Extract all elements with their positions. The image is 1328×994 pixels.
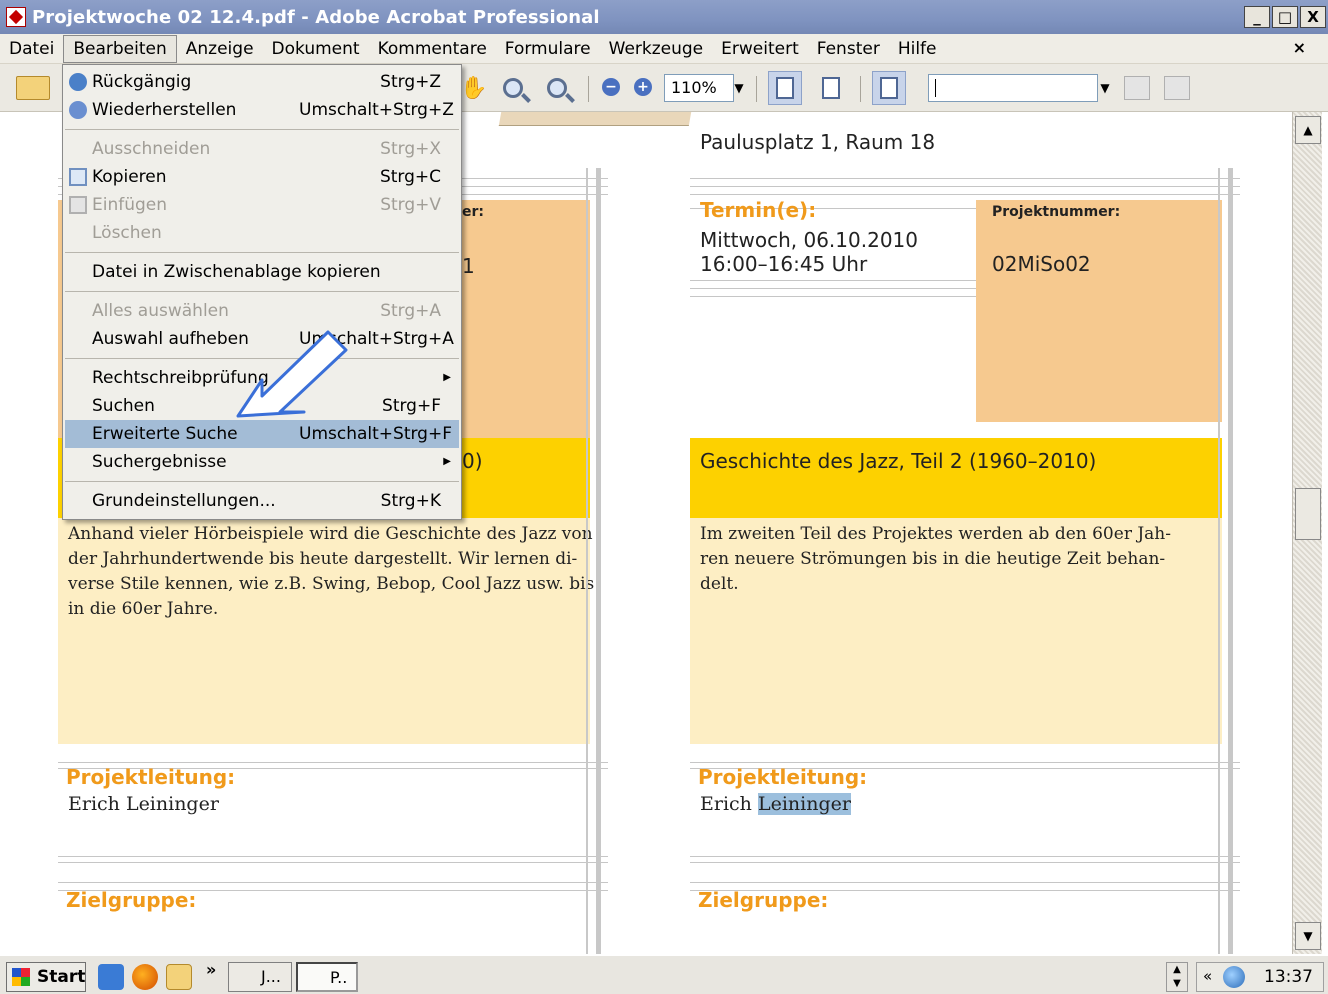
menu-item-copy[interactable]: Kopieren Strg+C — [65, 163, 459, 191]
zoom-in-icon[interactable]: + — [634, 78, 652, 96]
date-text: Mittwoch, 06.10.2010 16:00–16:45 Uhr — [700, 228, 918, 276]
fit-width-icon[interactable] — [768, 71, 802, 105]
menu-formulare[interactable]: Formulare — [496, 35, 600, 63]
window-controls: _ □ X — [1244, 6, 1326, 28]
next-result-icon[interactable] — [1164, 76, 1190, 100]
edit-menu: Rückgängig Strg+Z Wiederherstellen Umschal… — [62, 64, 462, 520]
close-button[interactable]: X — [1300, 6, 1326, 28]
menu-bar: Datei Bearbeiten Anzeige Dokument Kommen… — [0, 34, 1328, 64]
undo-icon — [69, 73, 87, 91]
taskbar-scroll-icon[interactable]: ▲ ▼ — [1166, 962, 1188, 992]
project-description: Im zweiten Teil des Projektes werden ab … — [700, 524, 1171, 594]
menu-item-preferences[interactable]: Grundeinstellungen... Strg+K — [65, 487, 459, 515]
right-page-column: Termin(e): Projektnummer: Mittwoch, 06.1… — [690, 168, 1240, 954]
menu-item-redo[interactable]: Wiederherstellen Umschalt+Strg+Z — [65, 96, 459, 124]
toolbar-separator — [756, 76, 757, 102]
open-folder-icon[interactable] — [14, 72, 52, 104]
target-group-label: Zielgruppe: — [698, 888, 829, 912]
project-leader-label: Projektleitung: — [66, 765, 236, 789]
tray-expand-icon[interactable]: « — [1203, 967, 1212, 985]
menu-werkzeuge[interactable]: Werkzeuge — [600, 35, 713, 63]
menu-item-cut: Ausschneiden Strg+X — [92, 139, 441, 159]
single-page-icon[interactable] — [872, 71, 906, 105]
project-leader-name: Erich Leininger — [700, 793, 851, 815]
previous-result-icon[interactable] — [1124, 76, 1150, 100]
title-bar: Projektwoche 02 12.4.pdf - Adobe Acrobat… — [0, 0, 1328, 34]
quicklaunch-chevron[interactable]: » — [206, 960, 216, 979]
scroll-up-button[interactable]: ▲ — [1295, 116, 1321, 144]
network-globe-icon[interactable] — [1223, 966, 1245, 988]
close-document-icon[interactable]: × — [1293, 38, 1306, 57]
taskbar-button-acrobat[interactable]: P.. — [296, 962, 358, 992]
project-leader-label: Projektleitung: — [698, 765, 868, 789]
project-title-fragment: 0) — [462, 449, 483, 473]
project-description: Anhand vieler Hörbeispiele wird die Gesc… — [68, 524, 595, 619]
taskbar: Start » J... P.. ▲ ▼ « 13:37 — [0, 954, 1328, 994]
menu-hilfe[interactable]: Hilfe — [889, 35, 946, 63]
menu-bearbeiten[interactable]: Bearbeiten — [63, 34, 177, 63]
submenu-arrow-icon: ▶ — [443, 372, 451, 383]
pointer-arrow-icon — [236, 330, 348, 418]
page-strip — [498, 112, 692, 126]
zoom-dropdown-icon[interactable]: ▼ — [732, 76, 746, 100]
menu-anzeige[interactable]: Anzeige — [177, 35, 263, 63]
search-dropdown-icon[interactable]: ▼ — [1098, 76, 1112, 100]
project-number-box — [976, 200, 1222, 422]
hand-tool-icon[interactable]: ✋ — [460, 72, 487, 104]
zoom-out-icon[interactable]: − — [602, 78, 620, 96]
scroll-thumb[interactable] — [1295, 488, 1321, 540]
zoom-level-input[interactable]: 110% — [664, 74, 734, 102]
ie-icon[interactable] — [98, 964, 124, 990]
clock: 13:37 — [1264, 967, 1313, 987]
window-title: Projektwoche 02 12.4.pdf - Adobe Acrobat… — [32, 6, 600, 28]
fit-page-icon[interactable] — [814, 71, 848, 105]
project-number-label-fragment: er: — [462, 204, 484, 220]
menu-datei[interactable]: Datei — [0, 35, 63, 63]
menu-item-search-results[interactable]: Suchergebnisse ▶ — [65, 448, 459, 476]
menu-erweitert[interactable]: Erweitert — [712, 35, 808, 63]
project-number: 02MiSo02 — [992, 252, 1091, 276]
copy-icon — [69, 168, 87, 186]
submenu-arrow-icon: ▶ — [443, 456, 451, 467]
project-leader-name: Erich Leininger — [68, 793, 219, 815]
minimize-button[interactable]: _ — [1244, 6, 1270, 28]
system-tray: « 13:37 — [1196, 962, 1324, 992]
menu-item-copy-file-to-clipboard[interactable]: Datei in Zwischenablage kopieren — [65, 258, 459, 286]
menu-fenster[interactable]: Fenster — [808, 35, 889, 63]
firefox-icon[interactable] — [132, 964, 158, 990]
target-group-label: Zielgruppe: — [66, 888, 197, 912]
paste-icon — [69, 196, 87, 214]
start-button[interactable]: Start — [6, 962, 86, 992]
zoom-tool-icon[interactable] — [496, 72, 530, 104]
scroll-down-button[interactable]: ▼ — [1295, 922, 1321, 950]
menu-item-undo[interactable]: Rückgängig Strg+Z — [65, 68, 459, 96]
search-input[interactable] — [928, 74, 1098, 102]
taskbar-button-j[interactable]: J... — [228, 962, 292, 992]
explorer-folder-icon[interactable] — [166, 964, 192, 990]
acrobat-icon — [6, 7, 26, 27]
toolbar-separator — [588, 76, 589, 102]
search-highlight: Leininger — [757, 793, 851, 815]
redo-icon — [69, 101, 87, 119]
menu-item-paste: Einfügen Strg+V — [65, 191, 459, 219]
menu-kommentare[interactable]: Kommentare — [369, 35, 496, 63]
toolbar-separator — [860, 76, 861, 102]
location-text: Paulusplatz 1, Raum 18 — [700, 130, 936, 154]
project-title: Geschichte des Jazz, Teil 2 (1960–2010) — [700, 449, 1097, 473]
project-number-fragment: 1 — [462, 254, 475, 278]
dates-label: Termin(e): — [700, 198, 817, 222]
project-number-label: Projektnummer: — [992, 204, 1121, 220]
vertical-scrollbar[interactable]: ▲ ▼ — [1292, 112, 1322, 954]
menu-dokument[interactable]: Dokument — [263, 35, 369, 63]
loupe-tool-icon[interactable] — [540, 72, 574, 104]
maximize-button[interactable]: □ — [1272, 6, 1298, 28]
menu-item-delete: Löschen — [92, 223, 162, 243]
